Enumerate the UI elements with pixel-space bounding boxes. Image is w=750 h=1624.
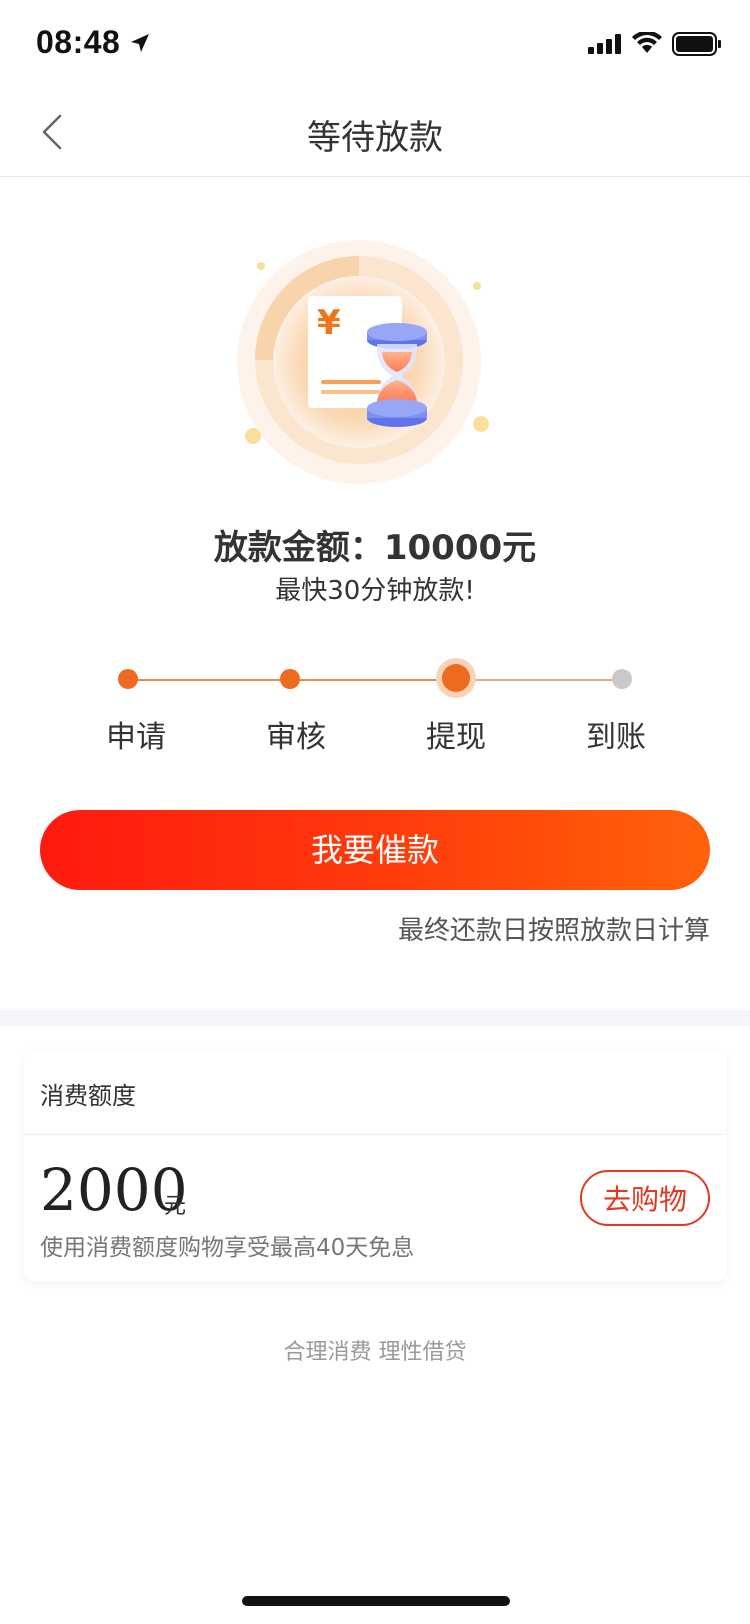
loan-eta: 最快30分钟放款! xyxy=(275,576,475,606)
divider xyxy=(24,1134,726,1135)
credit-title: 消费额度 xyxy=(40,1082,136,1110)
step-connector xyxy=(128,679,290,681)
page-title: 等待放款 xyxy=(307,118,443,158)
yuan-symbol: ¥ xyxy=(317,303,341,343)
progress-steps: 申请 审核 提现 到账 xyxy=(0,660,750,760)
step-dot-arrived xyxy=(612,669,632,689)
step-label-withdraw: 提现 xyxy=(426,720,486,755)
step-label-review: 审核 xyxy=(266,720,326,755)
section-divider xyxy=(0,1010,750,1026)
footer-slogan: 合理消费 理性借贷 xyxy=(283,1340,467,1365)
step-connector xyxy=(456,679,622,681)
hourglass-document-icon: ¥ xyxy=(237,240,489,484)
credit-description: 使用消费额度购物享受最高40天免息 xyxy=(40,1235,415,1261)
step-connector xyxy=(290,679,456,681)
location-arrow-icon xyxy=(131,34,149,52)
status-bar: 08:48 xyxy=(0,0,750,88)
repay-date-note: 最终还款日按照放款日计算 xyxy=(397,916,710,946)
loan-amount: 放款金额：10000元 xyxy=(213,528,537,568)
status-time: 08:48 xyxy=(36,24,121,60)
credit-card: 消费额度 2000 元 使用消费额度购物享受最高40天免息 去购物 xyxy=(24,1052,726,1282)
battery-icon xyxy=(672,32,721,56)
step-dot-apply xyxy=(118,669,138,689)
go-shopping-button[interactable]: 去购物 xyxy=(580,1170,710,1226)
nav-bar: 等待放款 xyxy=(0,88,750,177)
step-dot-review xyxy=(280,669,300,689)
credit-unit: 元 xyxy=(164,1194,187,1219)
step-label-apply: 申请 xyxy=(106,720,166,755)
step-dot-withdraw xyxy=(442,664,470,692)
cellular-signal-icon xyxy=(588,34,621,54)
step-label-arrived: 到账 xyxy=(586,720,646,755)
home-indicator[interactable] xyxy=(242,1596,510,1606)
urge-payment-button[interactable]: 我要催款 xyxy=(40,810,710,890)
wifi-icon xyxy=(632,32,662,53)
